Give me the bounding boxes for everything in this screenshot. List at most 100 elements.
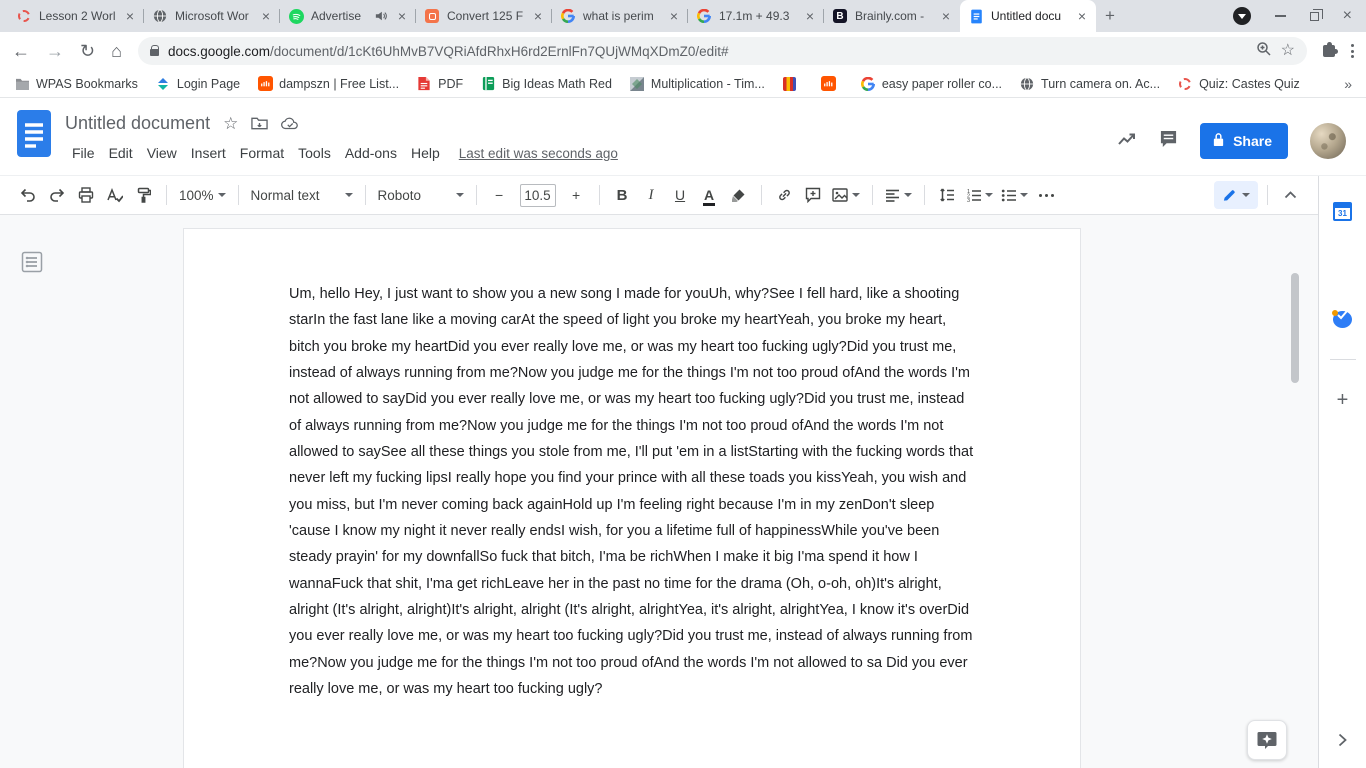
bookmark-soundcloud-unlabeled[interactable] xyxy=(821,76,843,92)
address-bar[interactable]: docs.google.com/document/d/1cKt6UhMvB7VQ… xyxy=(137,37,1307,65)
tab-lesson-2[interactable]: Lesson 2 Worl × xyxy=(8,0,144,32)
undo-icon[interactable] xyxy=(14,182,41,209)
last-edit-link[interactable]: Last edit was seconds ago xyxy=(459,146,618,161)
extensions-icon[interactable] xyxy=(1323,42,1338,57)
italic-icon[interactable]: I xyxy=(638,182,665,209)
google-docs-logo[interactable] xyxy=(16,107,52,175)
move-folder-icon[interactable] xyxy=(251,116,269,130)
bookmark-login-page[interactable]: Login Page xyxy=(155,76,240,92)
comments-icon[interactable] xyxy=(1159,130,1178,153)
explore-button[interactable] xyxy=(1247,720,1287,760)
back-icon[interactable]: ← xyxy=(12,42,30,60)
bulleted-list-icon[interactable] xyxy=(998,182,1031,209)
tab-microsoft-word[interactable]: Microsoft Wor × xyxy=(144,0,280,32)
document-page[interactable]: Um, hello Hey, I just want to show you a… xyxy=(183,228,1081,768)
tab-spotify-advertise[interactable]: Advertise × xyxy=(280,0,416,32)
url-text[interactable]: docs.google.com/document/d/1cKt6UhMvB7VQ… xyxy=(168,44,1247,59)
align-icon[interactable] xyxy=(882,182,915,209)
menu-edit[interactable]: Edit xyxy=(102,142,140,164)
document-scrollbar-thumb[interactable] xyxy=(1291,273,1299,383)
bold-icon[interactable]: B xyxy=(609,182,636,209)
menu-view[interactable]: View xyxy=(140,142,184,164)
window-minimize-button[interactable] xyxy=(1274,15,1286,17)
more-options-icon[interactable] xyxy=(1033,182,1060,209)
zoom-select[interactable]: 100% xyxy=(176,182,229,209)
window-restore-button[interactable] xyxy=(1309,8,1323,21)
bookmarks-overflow-icon[interactable]: » xyxy=(1344,76,1352,92)
zoom-page-icon[interactable] xyxy=(1256,41,1272,62)
insert-comment-icon[interactable] xyxy=(800,182,827,209)
tab-close-icon[interactable]: × xyxy=(396,8,408,24)
insert-link-icon[interactable] xyxy=(771,182,798,209)
tab-close-icon[interactable]: × xyxy=(1076,8,1088,24)
bookmark-quiz-castes[interactable]: Quiz: Castes Quiz xyxy=(1177,76,1300,92)
add-addon-icon[interactable]: + xyxy=(1337,390,1349,410)
redo-icon[interactable] xyxy=(43,182,70,209)
tab-close-icon[interactable]: × xyxy=(260,8,272,24)
paragraph-style-select[interactable]: Normal text xyxy=(248,182,356,209)
bookmark-wpas[interactable]: WPAS Bookmarks xyxy=(14,76,138,92)
cloud-saved-icon[interactable] xyxy=(281,117,299,130)
increase-font-size-button[interactable]: + xyxy=(563,182,590,209)
insert-image-icon[interactable] xyxy=(829,182,863,209)
window-close-button[interactable]: × xyxy=(1343,8,1352,24)
font-size-input[interactable]: 10.5 xyxy=(519,183,556,207)
document-outline-icon[interactable] xyxy=(21,251,43,278)
home-icon[interactable]: ⌂ xyxy=(111,42,122,60)
document-body-text[interactable]: Um, hello Hey, I just want to show you a… xyxy=(289,281,975,703)
editing-mode-button[interactable] xyxy=(1214,181,1258,209)
menu-file[interactable]: File xyxy=(65,142,102,164)
google-tasks-icon[interactable] xyxy=(1333,305,1352,329)
tab-close-icon[interactable]: × xyxy=(804,8,816,24)
highlight-color-icon[interactable] xyxy=(725,182,752,209)
underline-icon[interactable]: U xyxy=(667,182,694,209)
forward-icon[interactable]: → xyxy=(46,42,64,60)
google-calendar-icon[interactable]: 31 xyxy=(1333,202,1352,221)
star-document-icon[interactable]: ☆ xyxy=(223,115,238,132)
bookmark-dampszn[interactable]: dampszn | Free List... xyxy=(257,76,399,92)
print-icon[interactable] xyxy=(72,182,99,209)
menu-format[interactable]: Format xyxy=(233,142,291,164)
line-spacing-icon[interactable] xyxy=(934,182,961,209)
bookmark-easy-paper-roller[interactable]: easy paper roller co... xyxy=(860,76,1002,92)
font-family-select[interactable]: Roboto xyxy=(375,182,467,209)
bookmark-big-ideas-math[interactable]: Big Ideas Math Red xyxy=(480,76,612,92)
menu-insert[interactable]: Insert xyxy=(184,142,233,164)
collapse-toolbar-icon[interactable] xyxy=(1277,182,1304,209)
tab-close-icon[interactable]: × xyxy=(668,8,680,24)
spellcheck-icon[interactable] xyxy=(101,182,128,209)
browser-profile-avatar[interactable] xyxy=(1232,7,1251,25)
menu-help[interactable]: Help xyxy=(404,142,447,164)
audio-playing-icon[interactable] xyxy=(373,8,389,24)
document-stats-icon[interactable] xyxy=(1117,131,1137,152)
tab-untitled-document-active[interactable]: Untitled docu × xyxy=(960,0,1096,32)
numbered-list-icon[interactable]: 123 xyxy=(963,182,996,209)
new-tab-button[interactable]: + xyxy=(1096,0,1124,32)
text-color-icon[interactable]: A xyxy=(696,182,723,209)
tab-close-icon[interactable]: × xyxy=(940,8,952,24)
browser-menu-icon[interactable] xyxy=(1351,44,1354,58)
tab-brainly[interactable]: B Brainly.com - × xyxy=(824,0,960,32)
tab-google-search-math[interactable]: 17.1m + 49.3 × xyxy=(688,0,824,32)
lock-icon[interactable] xyxy=(149,44,159,56)
tab-close-icon[interactable]: × xyxy=(532,8,544,24)
bookmark-multiplication[interactable]: Multiplication - Tim... xyxy=(629,76,765,92)
account-avatar[interactable] xyxy=(1310,123,1346,159)
menu-addons[interactable]: Add-ons xyxy=(338,142,404,164)
tab-google-search-perimeter[interactable]: what is perim × xyxy=(552,0,688,32)
document-title[interactable]: Untitled document xyxy=(65,113,210,134)
menu-tools[interactable]: Tools xyxy=(291,142,338,164)
globe-icon xyxy=(152,8,168,24)
collapse-side-panel-icon[interactable] xyxy=(1338,733,1347,752)
paint-format-icon[interactable] xyxy=(130,182,157,209)
bookmark-pdf[interactable]: PDF xyxy=(416,76,463,92)
tab-close-icon[interactable]: × xyxy=(124,8,136,24)
google-side-panel: 31 + xyxy=(1318,176,1366,768)
reload-icon[interactable]: ↻ xyxy=(80,42,95,60)
tab-convert[interactable]: Convert 125 F × xyxy=(416,0,552,32)
bookmark-stripes-unlabeled[interactable] xyxy=(782,76,804,92)
bookmark-star-icon[interactable]: ☆ xyxy=(1281,43,1295,59)
bookmark-turn-camera-on[interactable]: Turn camera on. Ac... xyxy=(1019,76,1160,92)
decrease-font-size-button[interactable]: − xyxy=(486,182,513,209)
share-button[interactable]: Share xyxy=(1200,123,1288,159)
